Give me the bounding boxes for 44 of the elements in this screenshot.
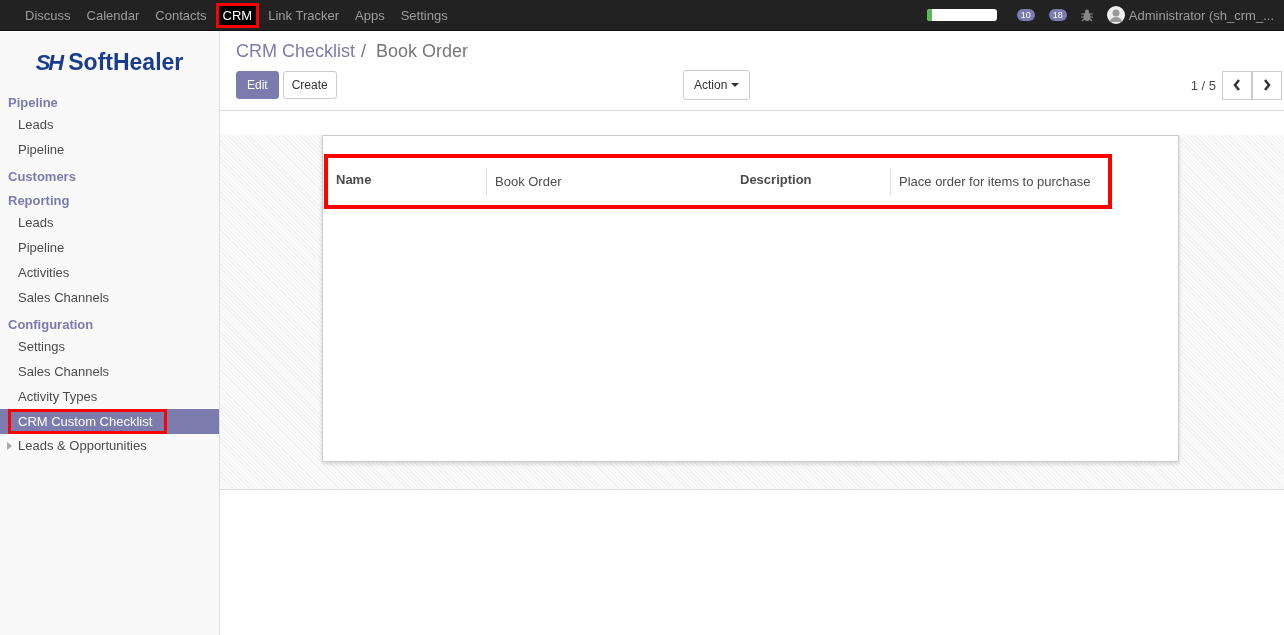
sidebar-item[interactable]: Sales Channels	[0, 285, 219, 310]
sidebar-item[interactable]: Leads	[0, 210, 219, 235]
chevron-right-icon	[1263, 79, 1271, 91]
menu-heading[interactable]: Customers	[0, 166, 219, 186]
sidebar-item[interactable]: Leads & Opportunities	[18, 438, 147, 453]
breadcrumb-separator: /	[361, 41, 367, 62]
field-value: Book Order	[486, 168, 740, 195]
app-menu-item[interactable]: Contacts	[147, 4, 215, 26]
app-menu-item[interactable]: Settings	[392, 4, 456, 26]
user-menu[interactable]: Administrator (sh_crm_...	[1106, 6, 1274, 24]
menu-heading[interactable]: Configuration	[0, 314, 219, 334]
sidebar-item[interactable]: Pipeline	[0, 137, 219, 162]
next-button[interactable]	[1252, 70, 1282, 100]
pager-counter: 1 / 5	[1190, 77, 1216, 93]
user-name[interactable]: Administrator (sh_crm_...	[1128, 7, 1274, 23]
sidebar-item[interactable]: Activity Types	[0, 384, 219, 409]
sidebar-item[interactable]: Leads	[0, 112, 219, 137]
chevron-left-icon	[1233, 79, 1241, 91]
bug-icon[interactable]	[1080, 8, 1093, 22]
company-logo: SH SoftHealer	[34, 48, 185, 77]
sidebar-item[interactable]: Sales Channels	[0, 359, 219, 384]
app-menu-item[interactable]: CRM	[216, 3, 259, 27]
breadcrumb-link[interactable]: CRM Checklist	[236, 41, 355, 62]
create-button[interactable]: Create	[282, 71, 337, 99]
action-dropdown[interactable]: Action	[683, 70, 751, 100]
sidebar-item[interactable]: Activities	[0, 260, 219, 285]
breadcrumb-current: Book Order	[376, 41, 469, 62]
menu-heading[interactable]: Reporting	[0, 190, 219, 210]
menu-heading[interactable]: Pipeline	[0, 92, 219, 112]
field-value: Place order for items to purchase	[890, 168, 1099, 195]
sidebar-item[interactable]: Settings	[0, 334, 219, 359]
app-menu-item[interactable]: Link Tracker	[260, 4, 347, 26]
activity-badge[interactable]: 10	[1016, 9, 1035, 21]
message-badge[interactable]: 18	[1048, 9, 1067, 21]
avatar-icon	[1106, 6, 1125, 24]
sidebar-item[interactable]: Pipeline	[0, 235, 219, 260]
edit-button[interactable]: Edit	[236, 71, 279, 99]
app-menu-item[interactable]: Calendar	[78, 4, 148, 26]
app-menu-item[interactable]: Discuss	[17, 4, 79, 26]
app-menu-item[interactable]: Apps	[347, 4, 393, 26]
field-label: Name	[336, 171, 373, 189]
caret-icon	[731, 83, 740, 87]
previous-button[interactable]	[1222, 70, 1252, 100]
field-label: Description	[740, 171, 813, 189]
